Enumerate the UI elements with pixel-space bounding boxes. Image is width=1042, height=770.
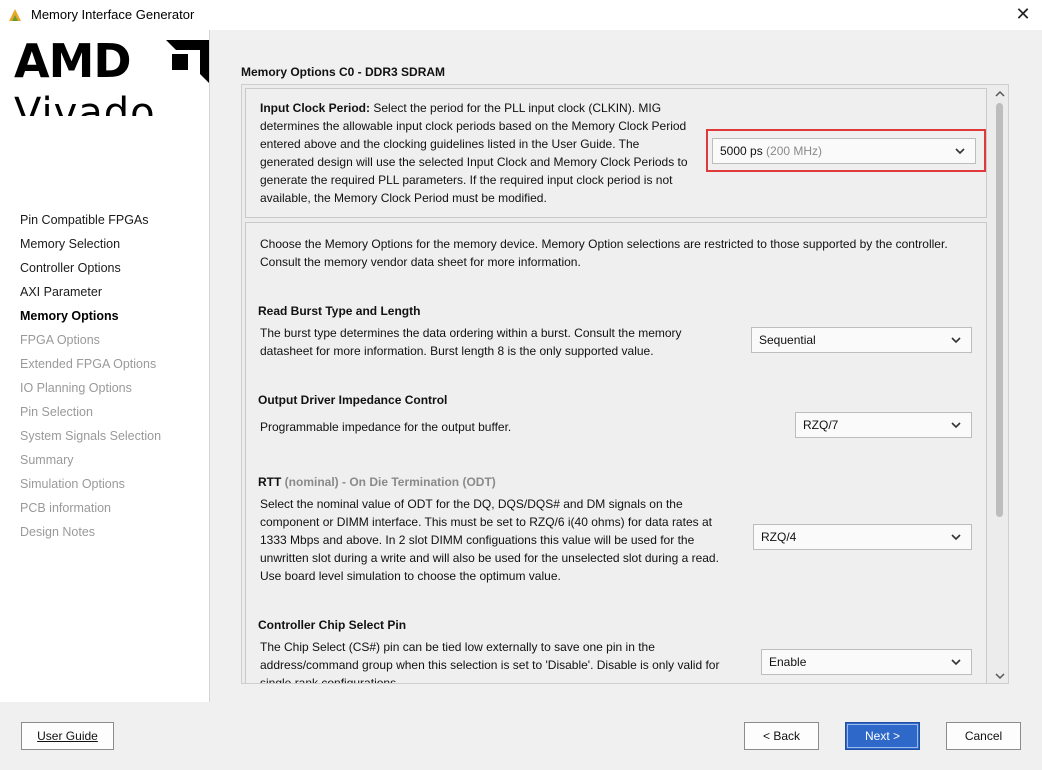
- input-clock-line: generate the required PLL parameters. If…: [260, 173, 673, 187]
- sidebar-item-pin-compatible-fpgas[interactable]: Pin Compatible FPGAs: [20, 212, 161, 236]
- rtt-line: component or DIMM interface. This must b…: [260, 515, 712, 529]
- burst-value: Sequential: [759, 333, 816, 347]
- output-impedance-select[interactable]: RZQ/7: [795, 412, 972, 438]
- odic-heading: Output Driver Impedance Control: [258, 393, 448, 407]
- scroll-down-icon[interactable]: [995, 671, 1005, 681]
- vivado-triangle-icon: [9, 9, 21, 21]
- sidebar-item-design-notes: Design Notes: [20, 525, 96, 539]
- chevron-down-icon: [951, 337, 961, 344]
- sidebar-item-extended-fpga-options: Extended FPGA Options: [20, 357, 157, 371]
- scrollbar-thumb[interactable]: [996, 103, 1003, 517]
- burst-line: The burst type determines the data order…: [260, 326, 682, 340]
- input-clock-panel: Input Clock Period: Select the period fo…: [245, 88, 987, 218]
- main-content: Memory Options C0 - DDR3 SDRAM Input Clo…: [211, 30, 1042, 702]
- cs-heading: Controller Chip Select Pin: [258, 618, 407, 632]
- rtt-line: Use board level simulation to choose the…: [260, 569, 561, 583]
- input-clock-line: available, the Memory Clock Period must …: [260, 191, 547, 205]
- sidebar-item-summary: Summary: [20, 453, 74, 467]
- chevron-down-icon: [951, 422, 961, 429]
- input-clock-value: 5000 ps: [720, 144, 763, 158]
- sidebar-item-fpga-options: FPGA Options: [20, 333, 100, 347]
- input-clock-label: Input Clock Period:: [260, 101, 371, 115]
- sidebar: AMD Vivado Pin Compatible FPGAs Memory S…: [0, 30, 210, 702]
- input-clock-line: entered above and the clocking guideline…: [260, 137, 640, 151]
- odic-description: Programmable impedance for the output bu…: [260, 418, 730, 436]
- title-bar: Memory Interface Generator ✕: [0, 0, 1042, 30]
- back-button[interactable]: < Back: [744, 722, 819, 750]
- input-clock-period-select[interactable]: 5000 ps (200 MHz): [712, 138, 976, 164]
- cs-description: The Chip Select (CS#) pin can be tied lo…: [260, 638, 750, 684]
- dialog-footer: User Guide < Back Next > Cancel: [0, 702, 1042, 770]
- input-clock-description: Input Clock Period: Select the period fo…: [260, 99, 710, 207]
- cs-line: address/command group when this selectio…: [260, 658, 720, 672]
- input-clock-line: determines the allowable input clock per…: [260, 119, 687, 133]
- burst-heading: Read Burst Type and Length: [258, 304, 421, 318]
- cs-line: single rank configurations.: [260, 676, 400, 684]
- next-button[interactable]: Next >: [845, 722, 920, 750]
- chevron-down-icon: [955, 148, 965, 155]
- burst-line: datasheet for more information. Burst le…: [260, 344, 654, 358]
- chevron-down-icon: [951, 659, 961, 666]
- user-guide-label: User Guide: [37, 729, 98, 743]
- vertical-scrollbar[interactable]: [992, 85, 1008, 683]
- sidebar-item-simulation-options: Simulation Options: [20, 477, 125, 491]
- intro-line: Consult the memory vendor data sheet for…: [260, 255, 581, 269]
- user-guide-button[interactable]: User Guide: [21, 722, 114, 750]
- odic-line: Programmable impedance for the output bu…: [260, 420, 512, 434]
- amd-arrow-icon: [166, 40, 209, 83]
- memory-options-panel: Choose the Memory Options for the memory…: [245, 222, 987, 684]
- sidebar-item-system-signals-selection: System Signals Selection: [20, 429, 162, 443]
- logo-product: Vivado: [14, 90, 156, 116]
- window-title: Memory Interface Generator: [31, 7, 195, 22]
- logo: AMD Vivado: [12, 36, 209, 116]
- input-clock-freq: (200 MHz): [766, 144, 823, 158]
- odic-value: RZQ/7: [803, 418, 839, 432]
- scroll-up-icon[interactable]: [995, 89, 1005, 99]
- wizard-steps: Pin Compatible FPGAs Memory Selection Co…: [20, 212, 161, 548]
- rtt-line: Select the nominal value of ODT for the …: [260, 497, 683, 511]
- chevron-down-icon: [951, 534, 961, 541]
- input-clock-line: Select the period for the PLL input cloc…: [370, 101, 662, 115]
- close-button[interactable]: ✕: [1014, 4, 1032, 24]
- options-scroll-pane[interactable]: Input Clock Period: Select the period fo…: [241, 84, 1009, 684]
- rtt-heading-main: RTT: [258, 475, 282, 489]
- cancel-button[interactable]: Cancel: [946, 722, 1021, 750]
- rtt-line: 1333 Mbps and above. In 2 slot DIMM conf…: [260, 533, 695, 547]
- burst-type-select[interactable]: Sequential: [751, 327, 972, 353]
- burst-description: The burst type determines the data order…: [260, 324, 730, 360]
- input-clock-line: generated design will use the selected I…: [260, 155, 688, 169]
- rtt-description: Select the nominal value of ODT for the …: [260, 495, 750, 585]
- rtt-select[interactable]: RZQ/4: [753, 524, 972, 550]
- rtt-heading-odt: - On Die Termination (ODT): [338, 475, 496, 489]
- rtt-value: RZQ/4: [761, 530, 797, 544]
- chip-select-select[interactable]: Enable: [761, 649, 972, 675]
- page-title: Memory Options C0 - DDR3 SDRAM: [241, 65, 446, 79]
- rtt-heading-nominal: (nominal): [281, 475, 339, 489]
- cs-line: The Chip Select (CS#) pin can be tied lo…: [260, 640, 655, 654]
- sidebar-item-memory-options[interactable]: Memory Options: [20, 308, 161, 332]
- rtt-heading: RTT (nominal) - On Die Termination (ODT): [258, 475, 496, 489]
- sidebar-item-axi-parameter[interactable]: AXI Parameter: [20, 284, 161, 308]
- sidebar-item-controller-options[interactable]: Controller Options: [20, 260, 161, 284]
- sidebar-item-memory-selection[interactable]: Memory Selection: [20, 236, 161, 260]
- intro-line: Choose the Memory Options for the memory…: [260, 237, 948, 251]
- intro-text: Choose the Memory Options for the memory…: [260, 235, 980, 271]
- sidebar-item-pcb-information: PCB information: [20, 501, 112, 515]
- cs-value: Enable: [769, 655, 807, 669]
- rtt-line: unwritten slot during a write and will a…: [260, 551, 719, 565]
- logo-brand: AMD: [14, 36, 132, 88]
- sidebar-item-pin-selection: Pin Selection: [20, 405, 93, 419]
- sidebar-item-io-planning-options: IO Planning Options: [20, 381, 132, 395]
